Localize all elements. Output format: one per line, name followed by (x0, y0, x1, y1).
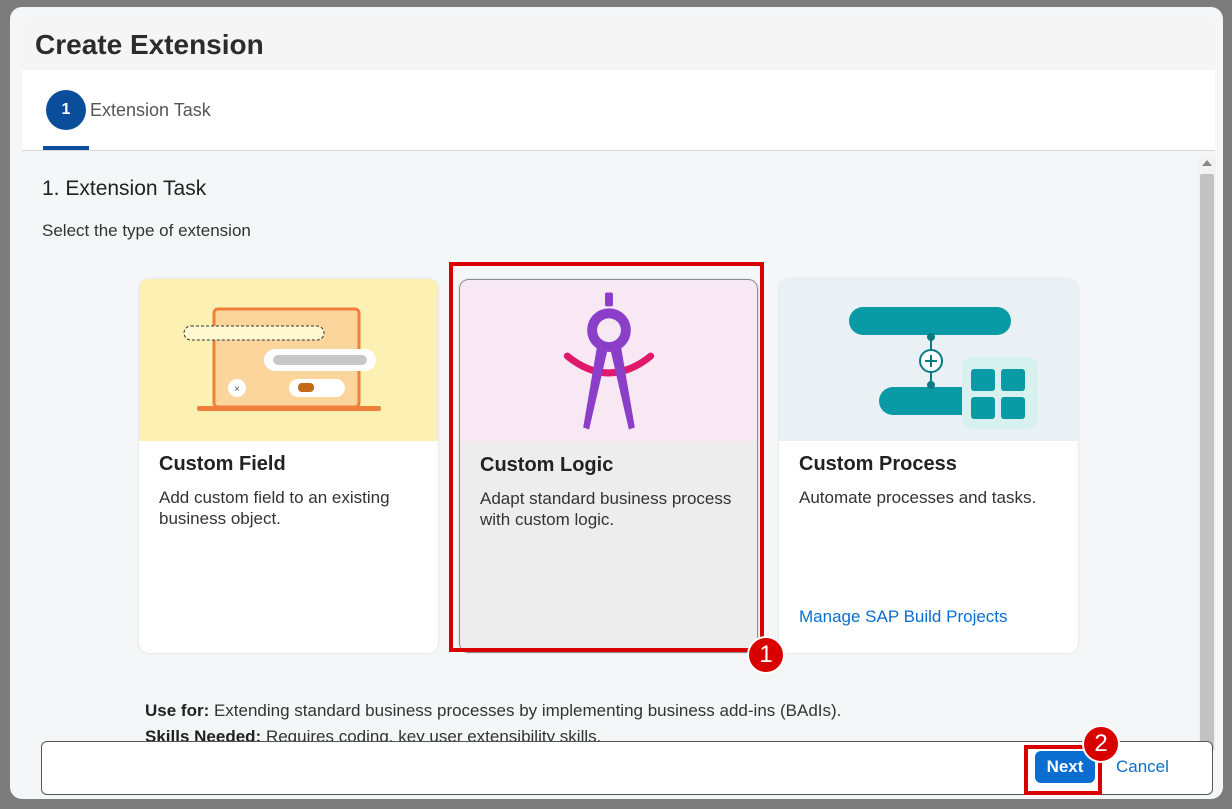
use-for-label: Use for: (145, 701, 210, 720)
section-subtitle: Select the type of extension (42, 221, 251, 240)
process-flow-illustration (779, 279, 1078, 441)
use-for-info: Use for: Extending standard business pro… (145, 701, 841, 721)
cancel-button[interactable]: Cancel (1112, 751, 1173, 783)
highlight-box-custom-logic (449, 262, 764, 652)
active-step-underline (43, 146, 89, 150)
annotation-badge-1: 1 (747, 636, 785, 674)
card-title: Custom Field (159, 453, 286, 475)
card-title: Custom Process (799, 453, 957, 475)
manage-sap-build-projects-link[interactable]: Manage SAP Build Projects (799, 607, 1008, 627)
content-scrollbar[interactable] (1198, 156, 1216, 750)
step-1-label[interactable]: Extension Task (90, 100, 211, 121)
wizard-nav: 1 Extension Task (22, 70, 1215, 151)
annotation-badge-2: 2 (1082, 725, 1120, 763)
dialog-title: Create Extension (35, 29, 264, 60)
scroll-up-arrow-icon[interactable] (1202, 160, 1212, 166)
create-extension-dialog: Create Extension 1 Extension Task 1. Ext… (10, 7, 1223, 799)
card-description: Add custom field to an existing business… (159, 488, 390, 528)
use-for-text: Extending standard business processes by… (209, 701, 842, 720)
card-custom-field[interactable]: × Custom Field Add custom field to an ex… (139, 279, 438, 653)
custom-field-illustration: × (139, 279, 438, 441)
section-title: 1. Extension Task (42, 177, 207, 200)
card-custom-process[interactable]: Custom Process Automate processes and ta… (779, 279, 1078, 653)
card-description: Automate processes and tasks. (799, 488, 1037, 507)
step-1-indicator[interactable]: 1 (46, 90, 86, 130)
scroll-thumb[interactable] (1200, 174, 1214, 750)
svg-text:×: × (234, 384, 240, 395)
